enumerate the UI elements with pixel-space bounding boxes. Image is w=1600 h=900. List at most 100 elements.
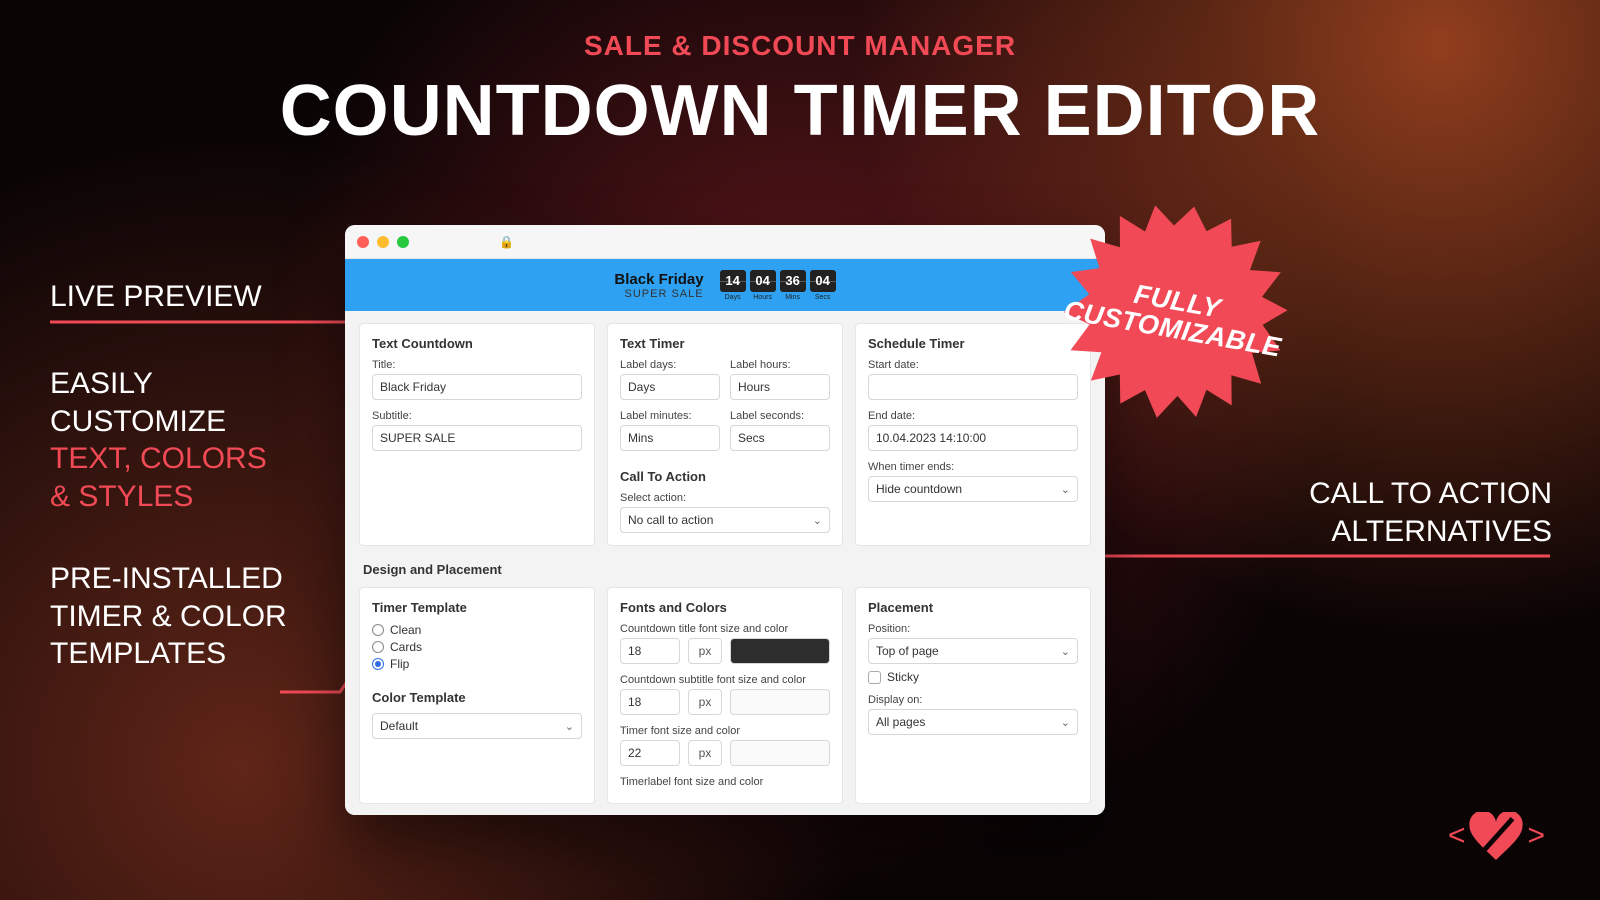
timer-segment-label: Days (725, 294, 741, 301)
label-secs-input[interactable] (730, 425, 830, 451)
timer-segment-value: 36 (780, 270, 806, 292)
preview-subtitle: SUPER SALE (614, 288, 703, 300)
callout-line: PRE-INSTALLED (50, 560, 287, 598)
chevron-down-icon: ⌄ (813, 514, 822, 527)
angle-bracket-icon: < (1448, 819, 1466, 853)
timer-segment-label: Secs (815, 294, 831, 301)
display-on-select[interactable]: All pages⌄ (868, 709, 1078, 735)
preview-timer: 14 Days 04 Hours 36 Mins 04 Secs (720, 270, 836, 301)
subtitle-color-swatch[interactable] (730, 689, 830, 715)
badge-fully-customizable: FULLYCUSTOMIZABLE (1048, 188, 1303, 443)
timer-segment-value: 14 (720, 270, 746, 292)
template-radio-clean[interactable]: Clean (372, 623, 582, 637)
callout-customize: EASILY CUSTOMIZE TEXT, COLORS & STYLES (50, 365, 267, 515)
position-select[interactable]: Top of page⌄ (868, 638, 1078, 664)
callout-line: ALTERNATIVES (1309, 513, 1552, 551)
card-timer-template: Timer Template Clean Cards Flip Color Te… (359, 587, 595, 804)
field-label: Timer font size and color (620, 725, 830, 737)
card-text-countdown: Text Countdown Title: Subtitle: (359, 323, 595, 546)
field-label: Label hours: (730, 359, 830, 371)
timer-segment-value: 04 (750, 270, 776, 292)
heart-icon (1469, 812, 1523, 860)
field-label: Timerlabel font size and color (620, 776, 830, 788)
card-title: Text Timer (620, 336, 830, 351)
title-input[interactable] (372, 374, 582, 400)
card-fonts-colors: Fonts and Colors Countdown title font si… (607, 587, 843, 804)
callout-line: CUSTOMIZE (50, 403, 267, 441)
card-text-timer: Text Timer Label days: Label hours: Labe… (607, 323, 843, 546)
subtitle-fontsize-input[interactable] (620, 689, 680, 715)
end-date-input[interactable] (868, 425, 1078, 451)
field-label: Select action: (620, 492, 830, 504)
field-label: Countdown title font size and color (620, 623, 830, 635)
preview-title: Black Friday (614, 271, 703, 288)
card-title: Call To Action (620, 469, 830, 484)
section-title: Design and Placement (363, 562, 1091, 577)
label-mins-input[interactable] (620, 425, 720, 451)
field-label: When timer ends: (868, 461, 1078, 473)
card-title: Placement (868, 600, 1078, 615)
unit-label: px (688, 740, 722, 766)
close-dot-icon[interactable] (357, 236, 369, 248)
card-title: Text Countdown (372, 336, 582, 351)
brand-logo: < > (1448, 812, 1545, 860)
field-label: Countdown subtitle font size and color (620, 674, 830, 686)
timer-fontsize-input[interactable] (620, 740, 680, 766)
timer-ends-select[interactable]: Hide countdown⌄ (868, 476, 1078, 502)
callout-line: CALL TO ACTION (1309, 475, 1552, 513)
minimize-dot-icon[interactable] (377, 236, 389, 248)
field-label: Label minutes: (620, 410, 720, 422)
timer-segment-label: Mins (785, 294, 800, 301)
chevron-down-icon: ⌄ (1061, 716, 1070, 729)
label-days-input[interactable] (620, 374, 720, 400)
hero-title: COUNTDOWN TIMER EDITOR (0, 70, 1600, 152)
countdown-preview-banner: Black Friday SUPER SALE 14 Days 04 Hours 3… (345, 259, 1105, 311)
field-label: Start date: (868, 359, 1078, 371)
callout-templates: PRE-INSTALLED TIMER & COLOR TEMPLATES (50, 560, 287, 673)
chevron-down-icon: ⌄ (1061, 483, 1070, 496)
unit-label: px (688, 638, 722, 664)
chevron-down-icon: ⌄ (1061, 645, 1070, 658)
timer-color-swatch[interactable] (730, 740, 830, 766)
field-label: End date: (868, 410, 1078, 422)
timer-segment-label: Hours (753, 294, 772, 301)
card-title: Schedule Timer (868, 336, 1078, 351)
field-label: Position: (868, 623, 1078, 635)
template-radio-flip[interactable]: Flip (372, 657, 582, 671)
timer-segment-value: 04 (810, 270, 836, 292)
lock-icon: 🔒 (499, 235, 514, 249)
card-title: Fonts and Colors (620, 600, 830, 615)
card-placement: Placement Position: Top of page⌄ Sticky … (855, 587, 1091, 804)
color-template-select[interactable]: Default⌄ (372, 713, 582, 739)
card-title: Timer Template (372, 600, 582, 615)
callout-line: TEMPLATES (50, 635, 287, 673)
sticky-checkbox[interactable]: Sticky (868, 670, 1078, 684)
zoom-dot-icon[interactable] (397, 236, 409, 248)
field-label: Label seconds: (730, 410, 830, 422)
subtitle-input[interactable] (372, 425, 582, 451)
cta-select[interactable]: No call to action⌄ (620, 507, 830, 533)
unit-label: px (688, 689, 722, 715)
chevron-down-icon: ⌄ (565, 720, 574, 733)
title-fontsize-input[interactable] (620, 638, 680, 664)
hero-overline: SALE & DISCOUNT MANAGER (0, 30, 1600, 62)
callout-line-accent: TEXT, COLORS (50, 440, 267, 478)
start-date-input[interactable] (868, 374, 1078, 400)
editor-content: Text Countdown Title: Subtitle: Text Tim… (345, 311, 1105, 815)
browser-window: 🔒 Black Friday SUPER SALE 14 Days 04 Hours… (345, 225, 1105, 815)
callout-line: EASILY (50, 365, 267, 403)
title-color-swatch[interactable] (730, 638, 830, 664)
callout-cta-alternatives: CALL TO ACTION ALTERNATIVES (1309, 475, 1552, 550)
callout-line: TIMER & COLOR (50, 598, 287, 636)
field-label: Display on: (868, 694, 1078, 706)
callout-line-accent: & STYLES (50, 478, 267, 516)
label-hours-input[interactable] (730, 374, 830, 400)
template-radio-cards[interactable]: Cards (372, 640, 582, 654)
callout-live-preview: LIVE PREVIEW (50, 278, 262, 316)
traffic-lights (357, 236, 409, 248)
browser-chrome: 🔒 (345, 225, 1105, 259)
field-label: Subtitle: (372, 410, 582, 422)
angle-bracket-icon: > (1527, 819, 1545, 853)
field-label: Label days: (620, 359, 720, 371)
field-label: Title: (372, 359, 582, 371)
